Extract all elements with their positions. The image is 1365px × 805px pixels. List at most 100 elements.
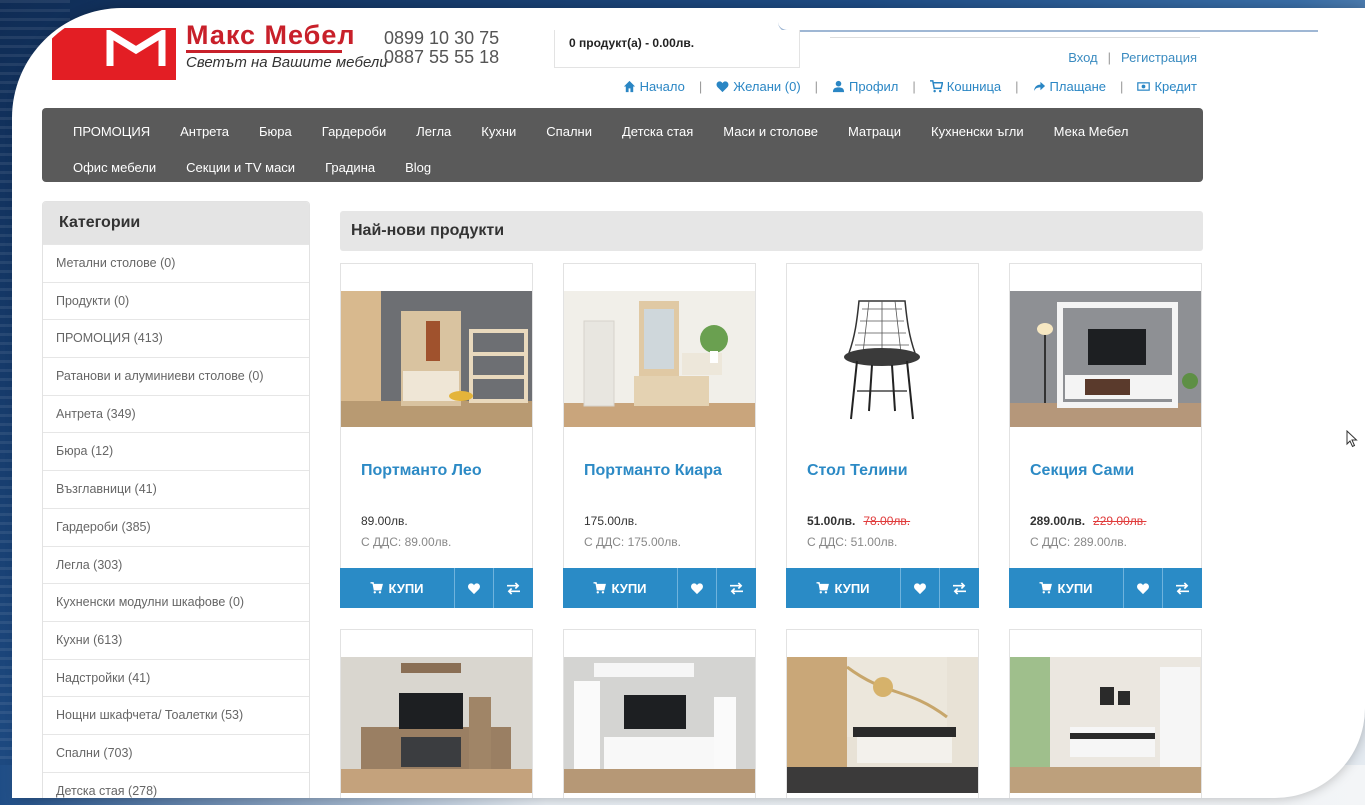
product-card (340, 629, 533, 798)
heart-icon (1137, 582, 1149, 594)
nav-item-soft-furniture[interactable]: Мека Мебел (1039, 114, 1144, 150)
section-title: Най-нови продукти (340, 211, 1203, 251)
credit-link[interactable]: Кредит (1137, 79, 1197, 94)
product-image[interactable] (341, 657, 532, 793)
nav-item-wardrobes[interactable]: Гардероби (307, 114, 401, 150)
nav-item-garden[interactable]: Градина (310, 150, 390, 186)
price-current: 175.00лв. (584, 514, 638, 528)
heart-icon (468, 582, 480, 594)
product-image[interactable] (341, 291, 532, 427)
buy-button[interactable]: КУПИ (340, 568, 455, 608)
category-item[interactable]: Кухненски модулни шкафове (0) (43, 583, 309, 621)
nav-item-mattresses[interactable]: Матраци (833, 114, 916, 150)
category-item[interactable]: Метални столове (0) (43, 244, 309, 282)
cart-link[interactable]: Кошница (929, 79, 1001, 94)
nav-item-tables-chairs[interactable]: Маси и столове (708, 114, 833, 150)
separator: | (814, 79, 819, 94)
product-image[interactable] (564, 657, 755, 793)
category-item[interactable]: Продукти (0) (43, 281, 309, 320)
product-card: Стол Телини 51.00лв. 78.00лв. С ДДС: 51.0… (786, 263, 979, 608)
compare-button[interactable] (717, 568, 756, 608)
price-old: 229.00лв. (1093, 514, 1147, 528)
product-card (563, 629, 756, 798)
nav-item-tv-units[interactable]: Секции и TV маси (171, 150, 310, 186)
add-to-wishlist-button[interactable] (678, 568, 717, 608)
category-item[interactable]: Гардероби (385) (43, 507, 309, 546)
nav-item-bedrooms[interactable]: Спални (531, 114, 607, 150)
buy-button[interactable]: КУПИ (1009, 568, 1124, 608)
logo[interactable] (52, 27, 176, 80)
product-card (1009, 629, 1202, 798)
price-current: 89.00лв. (361, 514, 408, 528)
category-item[interactable]: Легла (303) (43, 545, 309, 584)
product-image[interactable] (787, 291, 978, 427)
home-link[interactable]: Начало (623, 79, 685, 94)
category-item[interactable]: Детска стая (278) (43, 771, 309, 798)
mouse-cursor-icon (1346, 430, 1358, 448)
heart-icon (914, 582, 926, 594)
register-link[interactable]: Регистрация (1121, 50, 1197, 65)
nav-item-promo[interactable]: ПРОМОЦИЯ (58, 114, 165, 150)
credit-label: Кредит (1154, 79, 1197, 94)
category-item[interactable]: Кухни (613) (43, 620, 309, 659)
add-to-wishlist-button[interactable] (901, 568, 940, 608)
product-image[interactable] (787, 657, 978, 793)
product-price: 89.00лв. (361, 514, 408, 528)
cart-summary[interactable]: 0 продукт(а) - 0.00лв. (554, 30, 800, 68)
nav-item-hallways[interactable]: Антрета (165, 114, 244, 150)
nav-item-kids-room[interactable]: Детска стая (607, 114, 708, 150)
compare-button[interactable] (1163, 568, 1202, 608)
product-actions: КУПИ (1009, 568, 1202, 608)
category-item[interactable]: Надстройки (41) (43, 658, 309, 697)
buy-button[interactable]: КУПИ (563, 568, 678, 608)
top-navigation: Начало | Желани (0) | Профил | Кошница |… (623, 79, 1197, 94)
buy-label: КУПИ (1057, 580, 1093, 596)
nav-item-beds[interactable]: Легла (401, 114, 466, 150)
product-image[interactable] (564, 291, 755, 427)
category-item[interactable]: ПРОМОЦИЯ (413) (43, 319, 309, 357)
separator: | (1107, 50, 1111, 65)
product-name[interactable]: Секция Сами (1030, 462, 1134, 480)
compare-button[interactable] (494, 568, 533, 608)
brand-underline (186, 50, 342, 53)
buy-label: КУПИ (388, 580, 424, 596)
wishlist-link[interactable]: Желани (0) (716, 79, 801, 94)
product-grid: Портманто Лео 89.00лв. С ДДС: 89.00лв. К… (340, 263, 1203, 798)
share-arrow-icon (1033, 81, 1045, 92)
home-icon (623, 80, 635, 93)
nav-item-desks[interactable]: Бюра (244, 114, 307, 150)
category-item[interactable]: Бюра (12) (43, 432, 309, 470)
category-item[interactable]: Антрета (349) (43, 394, 309, 433)
profile-link[interactable]: Профил (832, 79, 898, 94)
nav-item-kitchens[interactable]: Кухни (466, 114, 531, 150)
product-name[interactable]: Стол Телини (807, 462, 908, 480)
product-name[interactable]: Портманто Киара (584, 462, 722, 480)
buy-button[interactable]: КУПИ (786, 568, 901, 608)
product-image[interactable] (1010, 657, 1201, 793)
login-link[interactable]: Вход (1068, 50, 1097, 65)
brand-slogan: Светът на Вашите мебели (186, 54, 388, 71)
search-bar-edge (778, 8, 1318, 32)
category-item[interactable]: Ратанови и алуминиеви столове (0) (43, 357, 309, 395)
product-image[interactable] (1010, 291, 1201, 427)
separator: | (698, 79, 703, 94)
category-item[interactable]: Спални (703) (43, 733, 309, 772)
checkout-link[interactable]: Плащане (1033, 79, 1106, 94)
add-to-wishlist-button[interactable] (455, 568, 494, 608)
product-vat-price: С ДДС: 175.00лв. (584, 535, 682, 549)
product-name[interactable]: Портманто Лео (361, 462, 482, 480)
auth-links: Вход | Регистрация (1068, 50, 1197, 65)
product-vat-price: С ДДС: 289.00лв. (1030, 535, 1128, 549)
category-item[interactable]: Възглавници (41) (43, 470, 309, 508)
product-card: Портманто Киара 175.00лв. С ДДС: 175.00л… (563, 263, 756, 608)
compare-button[interactable] (940, 568, 979, 608)
wishlist-label: Желани (0) (733, 79, 801, 94)
sidebar-title: Категории (43, 202, 309, 244)
nav-item-office[interactable]: Офис мебели (58, 150, 171, 186)
cart-summary-text: 0 продукт(а) - 0.00лв. (569, 36, 695, 50)
nav-item-blog[interactable]: Blog (390, 150, 446, 186)
search-input[interactable] (830, 30, 1200, 38)
nav-item-kitchen-corners[interactable]: Кухненски ъгли (916, 114, 1039, 150)
add-to-wishlist-button[interactable] (1124, 568, 1163, 608)
category-item[interactable]: Нощни шкафчета/ Тоалетки (53) (43, 696, 309, 734)
